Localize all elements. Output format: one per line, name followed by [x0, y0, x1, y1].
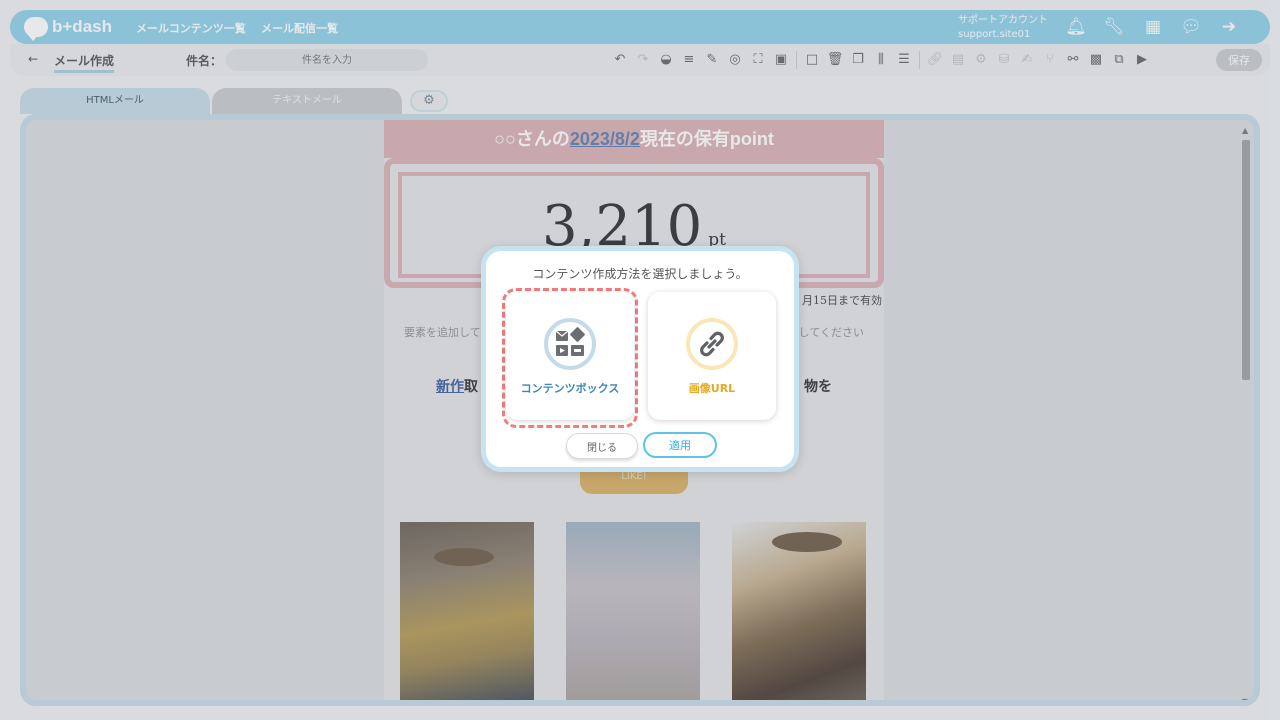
- content-box-icon: [544, 318, 596, 370]
- link-glyph: [700, 331, 724, 357]
- image-url-label: 画像URL: [688, 382, 736, 395]
- option-content-box[interactable]: コンテンツボックス: [506, 292, 634, 420]
- content-method-dialog: コンテンツ作成方法を選択しましょう。 コンテンツボックス 画像URL 閉じる 適…: [481, 246, 799, 472]
- apply-button[interactable]: 適用: [643, 432, 717, 458]
- content-box-glyph: [555, 327, 585, 356]
- option-image-url[interactable]: 画像URL: [648, 292, 776, 420]
- close-button[interactable]: 閉じる: [566, 433, 638, 459]
- image-url-icon: [686, 318, 738, 370]
- content-box-label: コンテンツボックス: [520, 382, 620, 395]
- dialog-title: コンテンツ作成方法を選択しましょう。: [532, 267, 748, 281]
